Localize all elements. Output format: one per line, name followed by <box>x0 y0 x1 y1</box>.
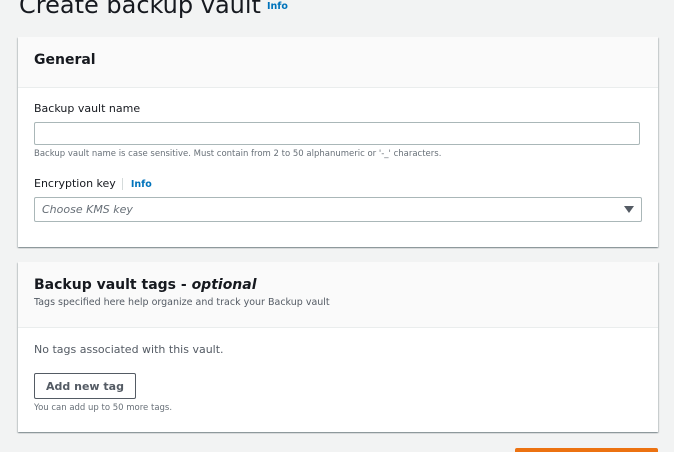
backup-vault-name-label: Backup vault name <box>34 102 141 115</box>
add-new-tag-button[interactable]: Add new tag <box>34 373 136 399</box>
kms-key-select-placeholder: Choose KMS key <box>42 203 133 216</box>
optional-label: optional <box>191 277 257 293</box>
general-panel: General Backup vault name Backup vault n… <box>18 37 658 247</box>
encryption-key-info-link[interactable]: Info <box>131 179 152 190</box>
primary-action-button[interactable] <box>515 448 658 452</box>
page-title: Create backup vault Info <box>19 0 288 19</box>
tags-panel: Backup vault tags - optional Tags specif… <box>18 262 658 432</box>
page-title-text: Create backup vault <box>19 0 261 19</box>
general-panel-title: General <box>34 52 96 68</box>
caret-down-icon <box>624 206 634 213</box>
backup-vault-name-hint: Backup vault name is case sensitive. Mus… <box>34 149 442 159</box>
page-info-link[interactable]: Info <box>267 1 288 12</box>
no-tags-message: No tags associated with this vault. <box>34 343 224 356</box>
tags-panel-description: Tags specified here help organize and tr… <box>34 297 330 308</box>
kms-key-select[interactable]: Choose KMS key <box>34 197 642 222</box>
general-panel-header: General <box>18 37 658 88</box>
tags-panel-title-text: Backup vault tags <box>34 277 176 293</box>
tags-panel-title: Backup vault tags - optional <box>34 277 257 293</box>
tags-panel-header: Backup vault tags - optional Tags specif… <box>18 262 658 328</box>
encryption-key-label-row: Encryption key Info <box>34 177 152 190</box>
tags-panel-title-separator: - <box>176 277 192 293</box>
label-divider <box>121 178 123 190</box>
tags-limit-hint: You can add up to 50 more tags. <box>34 403 173 413</box>
encryption-key-label: Encryption key <box>34 177 116 190</box>
backup-vault-name-input[interactable] <box>34 122 640 145</box>
